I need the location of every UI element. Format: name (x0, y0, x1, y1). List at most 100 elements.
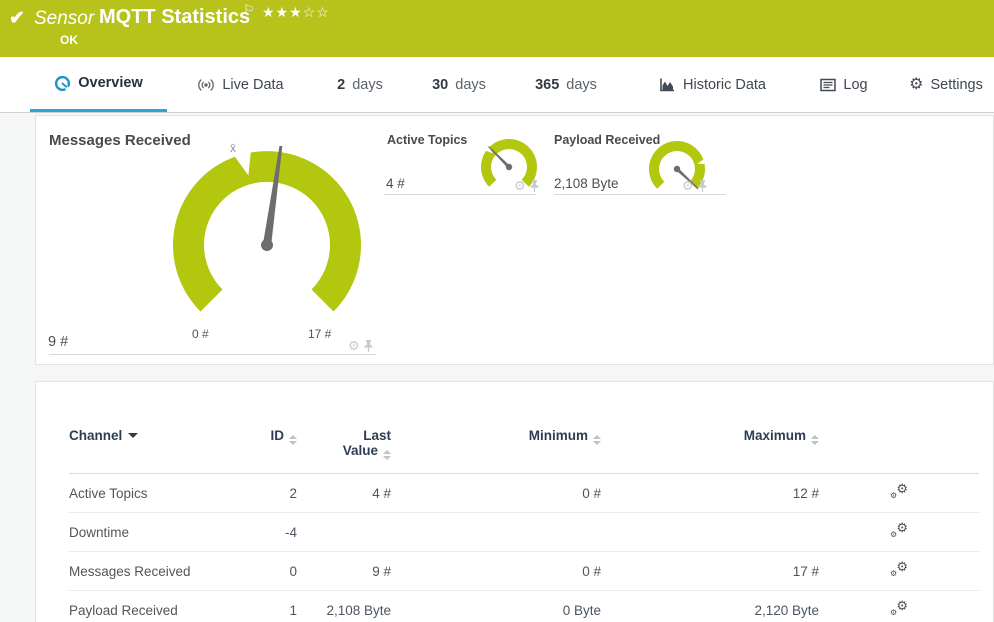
gear-icon[interactable]: ⚙ (348, 339, 360, 352)
header-channel-label: Channel (69, 428, 123, 443)
tab-365-days-unit: days (566, 76, 597, 93)
gauges-panel: Messages Received x̄ 0 # 17 # 9 # ⚙ Acti… (35, 115, 994, 365)
header-id-label: ID (270, 428, 285, 443)
tile-divider (49, 354, 376, 355)
tile-divider (384, 194, 536, 195)
tile-icons-messages: ⚙ (348, 339, 373, 352)
tab-log[interactable]: Log (810, 57, 878, 112)
broadcast-icon (198, 78, 215, 91)
tab-historic-data-label: Historic Data (683, 76, 766, 93)
gear-icon[interactable]: ⚙ (682, 179, 694, 192)
sort-icon (289, 435, 297, 445)
tab-365-days-number: 365 (535, 76, 560, 93)
cell-channel: Downtime (69, 512, 249, 552)
status-ok-check-icon: ✔ (9, 8, 25, 29)
tab-settings-label: Settings (930, 76, 983, 93)
tab-historic-data[interactable]: Historic Data (645, 57, 780, 112)
header-last-label: Last (363, 428, 391, 443)
gauge-active-topics-title: Active Topics (387, 133, 468, 147)
cell-minimum: 0 # (391, 473, 601, 513)
cell-maximum: 12 # (601, 473, 819, 513)
sort-icon (811, 435, 819, 445)
pin-icon[interactable] (364, 339, 373, 352)
stars-filled[interactable]: ★★★ (262, 4, 303, 20)
cell-maximum (601, 512, 819, 552)
cell-id: -4 (249, 512, 297, 552)
table-row: Messages Received 0 9 # 0 # 17 # ⚙ ⚙ (69, 551, 979, 591)
tab-30-days-unit: days (455, 76, 486, 93)
gear-icon[interactable]: ⚙ (514, 179, 526, 192)
cell-id: 1 (249, 590, 297, 622)
cell-last-value: 2,108 Byte (297, 590, 391, 622)
table-row: Downtime -4 ⚙ ⚙ (69, 512, 979, 552)
edit-channel-icon[interactable]: ⚙ ⚙ (890, 560, 908, 578)
flag-icon[interactable]: ⚐ (243, 2, 255, 18)
status-badge: OK (60, 33, 78, 47)
stars-empty[interactable]: ☆☆ (303, 4, 330, 20)
cell-channel: Active Topics (69, 473, 249, 513)
sort-icon (593, 435, 601, 445)
tab-2-days-number: 2 (337, 76, 346, 93)
log-list-icon (820, 78, 837, 91)
tile-icons-payload: ⚙ (682, 179, 707, 192)
cell-last-value: 9 # (297, 551, 391, 591)
gauge-payload-value: 2,108 Byte (554, 176, 619, 191)
tile-icons-active-topics: ⚙ (514, 179, 539, 192)
object-kind-label: Sensor (34, 8, 95, 29)
gauge-icon (55, 75, 71, 91)
pin-icon[interactable] (530, 179, 539, 192)
tab-settings[interactable]: ⚙ Settings (900, 57, 992, 112)
header-last-value[interactable]: Last Value (297, 382, 391, 474)
tab-30-days-number: 30 (432, 76, 449, 93)
header-minimum-label: Minimum (528, 428, 588, 443)
cell-last-value: 4 # (297, 473, 391, 513)
tab-365-days[interactable]: 365 days (521, 57, 611, 112)
gauge-min-label: 0 # (192, 327, 209, 341)
cell-maximum: 2,120 Byte (601, 590, 819, 622)
tile-divider (554, 194, 726, 195)
edit-channel-icon[interactable]: ⚙ ⚙ (890, 482, 908, 500)
cell-channel: Payload Received (69, 590, 249, 622)
header-channel[interactable]: Channel (69, 382, 249, 474)
tab-2-days-unit: days (352, 76, 383, 93)
cell-minimum: 0 # (391, 551, 601, 591)
edit-channel-icon[interactable]: ⚙ ⚙ (890, 599, 908, 617)
area-chart-icon (660, 78, 674, 92)
tab-live-data[interactable]: Live Data (183, 57, 298, 112)
tab-overview[interactable]: Overview (30, 57, 167, 112)
table-header-row: Channel ID Last Value Minimum Maximum (69, 382, 979, 474)
gauge-active-topics-value: 4 # (386, 176, 405, 191)
average-marker-symbol: x̄ (230, 141, 236, 155)
cell-id: 2 (249, 473, 297, 513)
gauge-max-label: 17 # (308, 327, 332, 341)
tab-overview-label: Overview (78, 75, 143, 91)
channels-panel: Channel ID Last Value Minimum Maximum Ac… (35, 381, 994, 622)
header-edit (819, 382, 979, 474)
tab-live-data-label: Live Data (222, 76, 284, 93)
tab-30-days[interactable]: 30 days (420, 57, 498, 112)
header-value-label: Value (342, 443, 378, 458)
cell-last-value (297, 512, 391, 552)
gear-icon: ⚙ (909, 75, 924, 93)
pin-icon[interactable] (698, 179, 707, 192)
sensor-title: MQTT Statistics (99, 6, 251, 28)
cell-minimum: 0 Byte (391, 590, 601, 622)
edit-channel-icon[interactable]: ⚙ ⚙ (890, 521, 908, 539)
header-maximum[interactable]: Maximum (601, 382, 819, 474)
cell-minimum (391, 512, 601, 552)
cell-id: 0 (249, 551, 297, 591)
prtg-sensor-page: ✔ Sensor MQTT Statistics ⚐ ★★★☆☆ OK Over… (0, 0, 994, 622)
header-id[interactable]: ID (249, 382, 297, 474)
tab-bar: Overview Live Data 2 days 30 days 365 da… (0, 57, 994, 113)
table-row: Payload Received 1 2,108 Byte 0 Byte 2,1… (69, 590, 979, 622)
priority-stars[interactable]: ★★★☆☆ (262, 4, 330, 21)
cell-channel: Messages Received (69, 551, 249, 591)
channels-table: Channel ID Last Value Minimum Maximum Ac… (69, 382, 979, 622)
sort-desc-icon (128, 433, 139, 438)
header-minimum[interactable]: Minimum (391, 382, 601, 474)
sensor-header: ✔ Sensor MQTT Statistics ⚐ ★★★☆☆ OK (0, 0, 994, 57)
tab-2-days[interactable]: 2 days (325, 57, 395, 112)
sort-icon (383, 450, 391, 460)
messages-received-gauge (173, 145, 361, 312)
header-maximum-label: Maximum (743, 428, 806, 443)
